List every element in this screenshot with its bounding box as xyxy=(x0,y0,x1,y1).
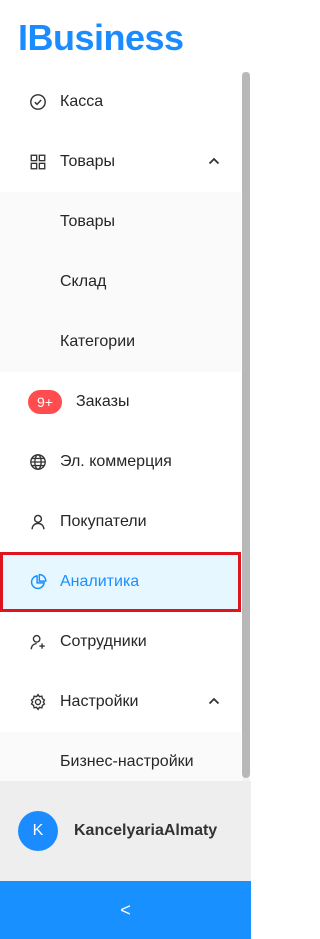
sidebar-item-sotrudniki[interactable]: Сотрудники xyxy=(0,612,241,672)
sidebar-item-label: Сотрудники xyxy=(60,633,147,650)
submenu-item-label: Категории xyxy=(60,333,136,350)
user-icon xyxy=(28,512,48,532)
orders-count-badge: 9+ xyxy=(28,390,62,414)
collapse-sidebar-button[interactable]: < xyxy=(0,881,251,939)
submenu-item-label: Товары xyxy=(60,213,116,230)
sidebar: IBusiness Касса Товары Товары Склад Кате… xyxy=(0,0,251,939)
user-add-icon xyxy=(28,632,48,652)
submenu-item-kategorii[interactable]: Категории xyxy=(0,312,241,372)
sidebar-item-zakazy[interactable]: 9+ Заказы xyxy=(0,372,241,432)
sidebar-item-label: Касса xyxy=(60,93,104,110)
sidebar-item-ecommerce[interactable]: Эл. коммерция xyxy=(0,432,241,492)
app-logo[interactable]: IBusiness xyxy=(18,16,184,60)
sidebar-item-pokupateli[interactable]: Покупатели xyxy=(0,492,241,552)
submenu-item-sklad[interactable]: Склад xyxy=(0,252,241,312)
sidebar-item-label: Аналитика xyxy=(60,573,140,590)
scrollbar-thumb[interactable] xyxy=(242,72,250,778)
submenu-tovary: Товары Склад Категории xyxy=(0,192,241,372)
check-circle-icon xyxy=(28,92,48,112)
sidebar-item-label: Заказы xyxy=(75,393,130,410)
pie-chart-icon xyxy=(28,572,48,592)
user-name: KancelyariaAlmaty xyxy=(74,822,218,839)
submenu-item-tovary[interactable]: Товары xyxy=(0,192,241,252)
sidebar-item-nastroiki[interactable]: Настройки xyxy=(0,672,241,732)
globe-icon xyxy=(28,452,48,472)
gear-icon xyxy=(28,692,48,712)
submenu-item-label: Бизнес-настройки xyxy=(60,753,194,770)
sidebar-item-analitika[interactable]: Аналитика xyxy=(0,552,241,612)
sidebar-item-label: Покупатели xyxy=(60,513,147,530)
sidebar-item-kassa[interactable]: Касса xyxy=(0,72,241,132)
sidebar-item-tovary[interactable]: Товары xyxy=(0,132,241,192)
grid-icon xyxy=(28,152,48,172)
chevron-up-icon[interactable] xyxy=(207,154,221,168)
submenu-item-label: Склад xyxy=(60,273,107,290)
avatar[interactable]: K xyxy=(18,811,58,851)
user-profile[interactable]: K KancelyariaAlmaty xyxy=(0,781,251,881)
sidebar-item-label: Настройки xyxy=(60,693,139,710)
chevron-left-icon: < xyxy=(120,899,131,920)
chevron-up-icon[interactable] xyxy=(207,694,221,708)
sidebar-item-label: Эл. коммерция xyxy=(60,453,172,470)
sidebar-item-label: Товары xyxy=(60,153,116,170)
sidebar-menu: Касса Товары Товары Склад Категории 9+ З… xyxy=(0,72,241,792)
